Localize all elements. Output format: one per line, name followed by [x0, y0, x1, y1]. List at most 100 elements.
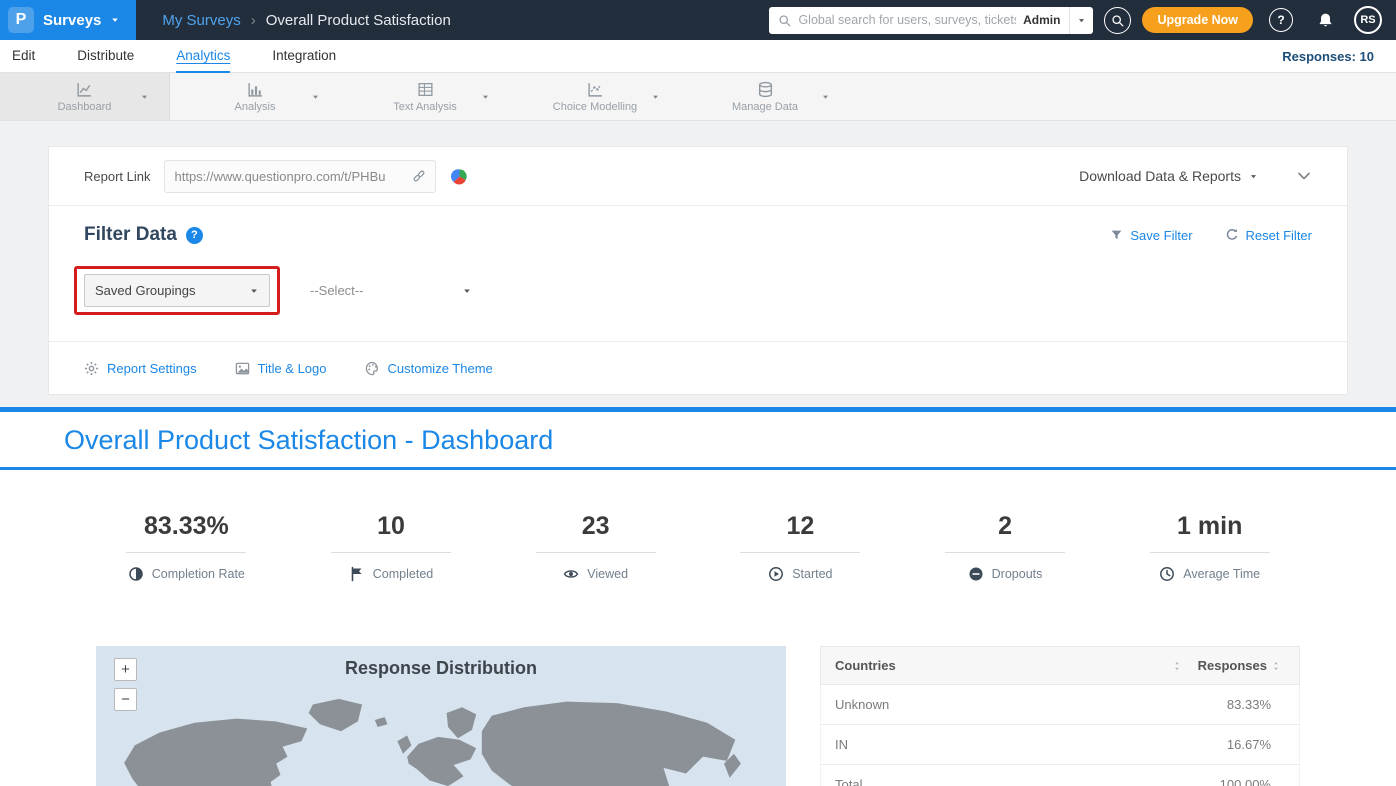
notifications-button[interactable]	[1317, 12, 1334, 29]
customize-theme-label: Customize Theme	[388, 361, 493, 376]
divider	[331, 552, 451, 553]
grouping-value-select[interactable]: --Select--	[310, 283, 472, 298]
sort-icon[interactable]	[1271, 660, 1281, 672]
flag-icon	[349, 566, 365, 582]
stats-row: 83.33% Completion Rate 10 Completed 23 V…	[0, 470, 1396, 582]
nav-distribute[interactable]: Distribute	[77, 40, 134, 73]
responses-count: Responses: 10	[1282, 49, 1374, 64]
breadcrumb-my-surveys[interactable]: My Surveys	[162, 12, 240, 29]
customize-theme-link[interactable]: Customize Theme	[365, 361, 493, 376]
stat-label: Viewed	[587, 567, 628, 581]
response-distribution-map[interactable]: + − Response Distribution	[96, 646, 786, 786]
link-icon[interactable]	[412, 169, 426, 183]
stat-label: Completed	[373, 567, 433, 581]
filter-help-icon[interactable]: ?	[186, 227, 203, 244]
upgrade-now-button[interactable]: Upgrade Now	[1142, 7, 1253, 33]
collapse-chevron-icon[interactable]	[1296, 168, 1312, 184]
nav-integration[interactable]: Integration	[272, 40, 336, 73]
map-zoom-out-button[interactable]: −	[114, 688, 137, 711]
stat-value: 2	[998, 512, 1012, 541]
search-icon	[778, 14, 791, 27]
bell-icon	[1317, 12, 1334, 29]
play-circle-icon	[768, 566, 784, 582]
completion-icon	[128, 566, 144, 582]
chevron-down-icon[interactable]	[311, 92, 320, 101]
line-chart-icon	[76, 81, 93, 98]
chevron-down-icon[interactable]	[651, 92, 660, 101]
chevron-down-icon	[110, 15, 120, 25]
pie-chart-icon[interactable]	[450, 167, 469, 186]
sort-icon[interactable]	[1172, 660, 1182, 672]
nav-edit[interactable]: Edit	[12, 40, 35, 73]
uk-shape	[397, 735, 411, 753]
stat-completion-rate: 83.33% Completion Rate	[84, 512, 289, 582]
divider	[740, 552, 860, 553]
saved-groupings-value: Saved Groupings	[95, 283, 195, 298]
user-avatar[interactable]: RS	[1354, 6, 1382, 34]
tab-analysis[interactable]: Analysis	[170, 73, 340, 120]
report-settings-link[interactable]: Report Settings	[84, 361, 197, 376]
responses-header[interactable]: Responses	[1198, 658, 1267, 673]
chevron-down-icon[interactable]	[481, 92, 490, 101]
search-scope-dropdown[interactable]	[1069, 7, 1093, 34]
tab-label: Manage Data	[732, 101, 798, 113]
tab-choice-modelling[interactable]: Choice Modelling	[510, 73, 680, 120]
search-button[interactable]	[1104, 7, 1131, 34]
stat-value: 10	[377, 512, 405, 541]
surveys-menu[interactable]: P Surveys	[0, 0, 136, 40]
report-link-label: Report Link	[84, 169, 150, 184]
tab-text-analysis[interactable]: Text Analysis	[340, 73, 510, 120]
save-filter-label: Save Filter	[1130, 228, 1192, 243]
questionpro-logo[interactable]: P	[8, 7, 34, 33]
table-row: Total 100.00%	[820, 765, 1300, 786]
saved-groupings-select[interactable]: Saved Groupings	[84, 274, 270, 307]
stat-completed: 10 Completed	[289, 512, 494, 582]
chevron-down-icon[interactable]	[821, 92, 830, 101]
iceland-shape	[375, 717, 388, 727]
countries-table: Countries Responses Unknown 83.33% IN 16…	[820, 646, 1300, 786]
stat-average-time: 1 min Average Time	[1107, 512, 1312, 582]
minus-circle-icon	[968, 566, 984, 582]
table-grid-icon	[417, 81, 434, 98]
download-data-reports[interactable]: Download Data & Reports	[1079, 168, 1241, 184]
search-scope-label[interactable]: Admin	[1023, 13, 1060, 27]
help-button[interactable]: ?	[1269, 8, 1293, 32]
tab-manage-data[interactable]: Manage Data	[680, 73, 850, 120]
global-search-input[interactable]	[798, 13, 1016, 27]
stat-label: Dropouts	[992, 567, 1043, 581]
country-cell: Unknown	[835, 697, 889, 712]
chevron-down-icon[interactable]	[140, 92, 149, 101]
chevron-down-icon	[462, 286, 472, 296]
bar-chart-icon	[247, 81, 264, 98]
top-bar: P Surveys My Surveys › Overall Product S…	[0, 0, 1396, 40]
stat-started: 12 Started	[698, 512, 903, 582]
stat-value: 1 min	[1177, 512, 1242, 541]
tab-dashboard[interactable]: Dashboard	[0, 73, 170, 120]
countries-header[interactable]: Countries	[835, 658, 896, 673]
eye-icon	[563, 566, 579, 582]
save-filter-button[interactable]: Save Filter	[1110, 228, 1192, 243]
nav-analytics[interactable]: Analytics	[176, 40, 230, 73]
gear-icon	[84, 361, 99, 376]
map-zoom-in-button[interactable]: +	[114, 658, 137, 681]
world-map[interactable]	[96, 689, 786, 786]
chevron-down-icon[interactable]	[1249, 172, 1258, 181]
product-label: Surveys	[43, 12, 101, 29]
image-icon	[235, 361, 250, 376]
tab-label: Text Analysis	[393, 101, 457, 113]
chevron-down-icon	[249, 286, 259, 296]
palette-icon	[365, 361, 380, 376]
table-row: Unknown 83.33%	[820, 685, 1300, 725]
report-link-url: https://www.questionpro.com/t/PHBu	[174, 169, 406, 184]
saved-groupings-highlight: Saved Groupings	[74, 266, 280, 315]
tab-label: Analysis	[235, 101, 276, 113]
divider	[126, 552, 246, 553]
page-title: Overall Product Satisfaction - Dashboard	[64, 425, 1332, 456]
country-cell: IN	[835, 737, 848, 752]
title-logo-link[interactable]: Title & Logo	[235, 361, 327, 376]
asia-shape	[482, 702, 735, 786]
database-icon	[757, 81, 774, 98]
reset-filter-button[interactable]: Reset Filter	[1225, 228, 1312, 243]
content-area: Report Link https://www.questionpro.com/…	[0, 121, 1396, 407]
report-link-input[interactable]: https://www.questionpro.com/t/PHBu	[164, 160, 436, 193]
